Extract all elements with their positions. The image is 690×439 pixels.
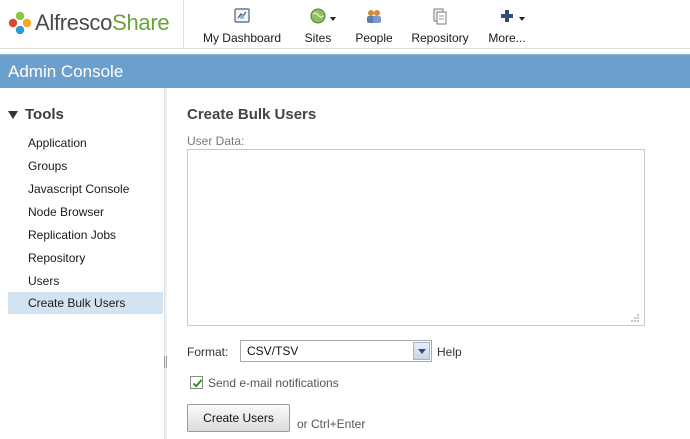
logo-share-text: Share [112,10,170,35]
page-title: Admin Console [8,62,124,81]
alfresco-share-logo[interactable]: AlfrescoShare [8,7,170,39]
section-title: Create Bulk Users [187,106,317,123]
sidebar-splitter[interactable] [164,88,167,439]
nav-more[interactable]: More... [488,6,526,46]
sidebar-item-javascript-console[interactable]: Javascript Console [8,178,163,200]
user-data-label: User Data: [187,134,245,148]
dashboard-icon [233,7,251,25]
nav-label: Sites [304,31,332,45]
format-selected-value: CSV/TSV [247,344,299,358]
sidebar-item-repository[interactable]: Repository [8,247,163,269]
sidebar-item-users[interactable]: Users [8,270,163,292]
nav-sites[interactable]: Sites [302,6,336,46]
sidebar-item-replication-jobs[interactable]: Replication Jobs [8,224,163,246]
email-notification-label[interactable]: Send e-mail notifications [208,376,339,390]
format-label: Format: [187,345,229,359]
logo-alfresco-text: Alfresco [35,10,113,35]
checkmark-icon [192,379,203,388]
tools-heading-label: Tools [25,106,64,123]
email-notification-checkbox[interactable] [190,376,203,389]
sidebar-item-node-browser[interactable]: Node Browser [8,201,163,223]
nav-people[interactable]: People [353,6,395,46]
alfresco-flower-icon [8,11,32,35]
create-users-button[interactable]: Create Users [187,404,290,432]
nav-label: My Dashboard [202,31,282,45]
sidebar-item-application[interactable]: Application [8,132,163,154]
help-link[interactable]: Help [437,345,462,359]
dropdown-button[interactable] [413,342,430,360]
nav-repository[interactable]: Repository [408,6,472,46]
nav-my-dashboard[interactable]: My Dashboard [201,6,283,46]
header-divider [183,0,184,49]
collapse-triangle-icon [8,110,18,119]
format-select[interactable]: CSV/TSV [240,340,432,362]
resize-grip-icon[interactable] [628,310,640,322]
sidebar-item-create-bulk-users[interactable]: Create Bulk Users [8,292,163,314]
app-header: AlfrescoShare My Dashboard Sites People … [0,0,690,49]
keyboard-shortcut-hint: or Ctrl+Enter [297,417,366,431]
nav-label: Repository [411,31,469,45]
sidebar-item-groups[interactable]: Groups [8,155,163,177]
page-title-bar: Admin Console [0,54,690,88]
tools-heading[interactable]: Tools [8,106,64,123]
splitter-grip-icon[interactable] [164,356,167,368]
plus-icon [498,7,525,25]
chevron-down-icon [519,17,525,21]
repository-icon [431,7,449,25]
chevron-down-icon [330,17,336,21]
tools-sidebar: Tools Application Groups Javascript Cons… [0,88,164,439]
nav-label: More... [488,31,526,45]
sites-globe-icon [309,7,336,25]
chevron-down-icon [418,349,426,354]
people-icon [365,7,383,25]
nav-label: People [355,31,393,45]
user-data-textarea[interactable] [187,149,645,326]
